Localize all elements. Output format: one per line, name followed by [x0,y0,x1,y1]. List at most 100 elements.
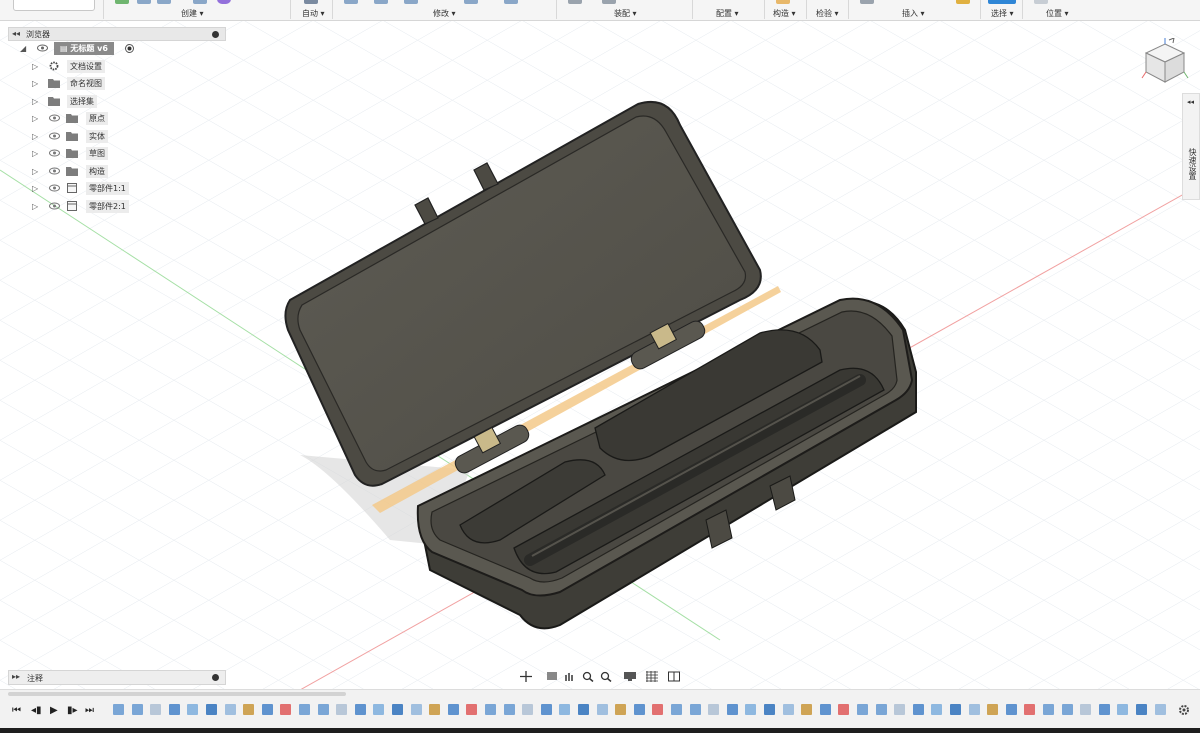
expand-arrow-icon[interactable]: ▷ [32,97,38,106]
eye-icon[interactable] [49,132,60,140]
eye-icon[interactable] [49,202,60,210]
activate-radio-icon[interactable] [125,44,134,53]
expand-left-icon[interactable]: ◂◂ [1187,98,1194,106]
timeline-feature-icon[interactable] [466,704,478,715]
timeline-feature-icon[interactable] [578,704,589,715]
timeline-feature-icon[interactable] [745,704,757,715]
expand-arrow-icon[interactable]: ▷ [32,167,38,176]
timeline-feature-icon[interactable] [485,704,496,715]
expand-arrow-icon[interactable]: ▷ [32,132,38,141]
browser-tree-item[interactable]: ▷ 零部件2:1 [8,199,226,217]
automate-menu[interactable]: 自动 ▾ [302,8,325,19]
timeline-feature-icon[interactable] [429,704,441,715]
timeline-feature-icon[interactable] [261,704,273,715]
create-menu[interactable]: 创建 ▾ [181,8,204,19]
workspace-selector[interactable] [13,0,95,11]
eye-icon[interactable] [49,167,60,175]
timeline-feature-icon[interactable] [1005,704,1017,715]
timeline-feature-icon[interactable] [819,704,831,715]
expand-arrow-icon[interactable]: ▸▸ [12,672,20,681]
construct-menu[interactable]: 构造 ▾ [773,8,796,19]
eye-icon[interactable] [49,114,60,122]
timeline-feature-icon[interactable] [168,704,180,715]
timeline-feature-icon[interactable] [131,704,143,715]
timeline-feature-icon[interactable] [838,704,850,715]
step-forward-icon[interactable]: ▮▸ [67,705,78,716]
browser-tree-item[interactable]: ▷ 草图 [8,146,226,164]
fit-icon[interactable] [600,671,612,682]
go-to-start-icon[interactable]: ⏮ [12,705,21,716]
grid-settings-icon[interactable] [646,671,658,682]
timeline-feature-icon[interactable] [354,704,366,715]
timeline-feature-icon[interactable] [280,704,292,715]
browser-tree-item[interactable]: ▷ 命名视图 [8,76,226,94]
timeline-feature-icon[interactable] [559,704,571,715]
timeline-feature-icon[interactable] [1061,704,1073,715]
quick-settings-panel[interactable]: ◂◂ 快速设置 [1182,93,1200,200]
tree-root[interactable]: ◢ ▤ 无标题 v6 [8,41,226,59]
timeline-feature-icon[interactable] [950,704,961,715]
play-icon[interactable]: ▶ [50,705,58,716]
expand-arrow-icon[interactable]: ▷ [32,202,38,211]
timeline-feature-icon[interactable] [1154,704,1166,715]
timeline-feature-icon[interactable] [392,704,403,715]
browser-header[interactable]: ◂◂ 浏览器 [8,27,226,41]
expand-arrow-icon[interactable]: ▷ [32,62,38,71]
timeline-feature-icon[interactable] [652,704,664,715]
timeline-feature-icon[interactable] [931,704,943,715]
eye-icon[interactable] [49,149,60,157]
modify-menu[interactable]: 修改 ▾ [433,8,456,19]
assemble-menu[interactable]: 装配 ▾ [614,8,637,19]
timeline-feature-icon[interactable] [522,704,534,715]
annotation-panel[interactable]: ▸▸ 注释 [8,670,226,685]
browser-tree-item[interactable]: ▷ 零部件1:1 [8,181,226,199]
timeline-feature-icon[interactable] [708,704,720,715]
timeline-feature-icon[interactable] [633,704,645,715]
timeline-feature-icon[interactable] [336,704,348,715]
pan-icon[interactable] [563,671,575,682]
timeline-settings-gear-icon[interactable] [1178,704,1190,716]
insert-menu[interactable]: 插入 ▾ [902,8,925,19]
expand-arrow-icon[interactable]: ▷ [32,149,38,158]
timeline-feature-icon[interactable] [206,704,217,715]
zoom-icon[interactable] [582,671,594,682]
timeline-feature-icon[interactable] [317,704,329,715]
timeline-feature-icon[interactable] [987,704,999,715]
timeline-feature-icon[interactable] [113,704,124,715]
browser-tree-item[interactable]: ▷ 实体 [8,129,226,147]
viewports-icon[interactable] [668,671,680,682]
expand-arrow-icon[interactable]: ▷ [32,114,38,123]
timeline-feature-icon[interactable] [503,704,515,715]
go-to-end-icon[interactable]: ⏭ [85,705,94,716]
display-settings-icon[interactable] [624,671,636,682]
collapse-arrow-icon[interactable]: ◂◂ [12,29,20,38]
timeline-feature-icon[interactable] [243,704,255,715]
timeline-feature-icon[interactable] [875,704,887,715]
timeline-feature-icon[interactable] [410,704,422,715]
timeline-feature-icon[interactable] [1136,704,1147,715]
timeline-feature-icon[interactable] [596,704,608,715]
timeline-feature-icon[interactable] [540,704,552,715]
browser-tree-item[interactable]: ▷ 选择集 [8,94,226,112]
timeline-feature-icon[interactable] [1098,704,1110,715]
inspect-menu[interactable]: 检验 ▾ [816,8,839,19]
pin-icon[interactable] [212,674,219,681]
timeline-feature-icon[interactable] [968,704,980,715]
timeline-feature-icon[interactable] [299,704,310,715]
timeline-feature-icon[interactable] [689,704,701,715]
timeline-feature-icon[interactable] [615,704,627,715]
timeline-feature-icon[interactable] [782,704,794,715]
orbit-icon[interactable] [520,671,532,682]
expand-arrow-icon[interactable]: ◢ [20,44,26,53]
browser-tree-item[interactable]: ▷ 构造 [8,164,226,182]
timeline-feature-icon[interactable] [187,704,199,715]
timeline-scroll-track[interactable] [8,692,346,696]
timeline-feature-icon[interactable] [1117,704,1129,715]
configure-menu[interactable]: 配置 ▾ [716,8,739,19]
position-menu[interactable]: 位置 ▾ [1046,8,1069,19]
browser-tree-item[interactable]: ▷ 原点 [8,111,226,129]
timeline-feature-icon[interactable] [373,704,385,715]
timeline-feature-icon[interactable] [224,704,236,715]
expand-arrow-icon[interactable]: ▷ [32,79,38,88]
timeline-feature-icon[interactable] [150,704,162,715]
